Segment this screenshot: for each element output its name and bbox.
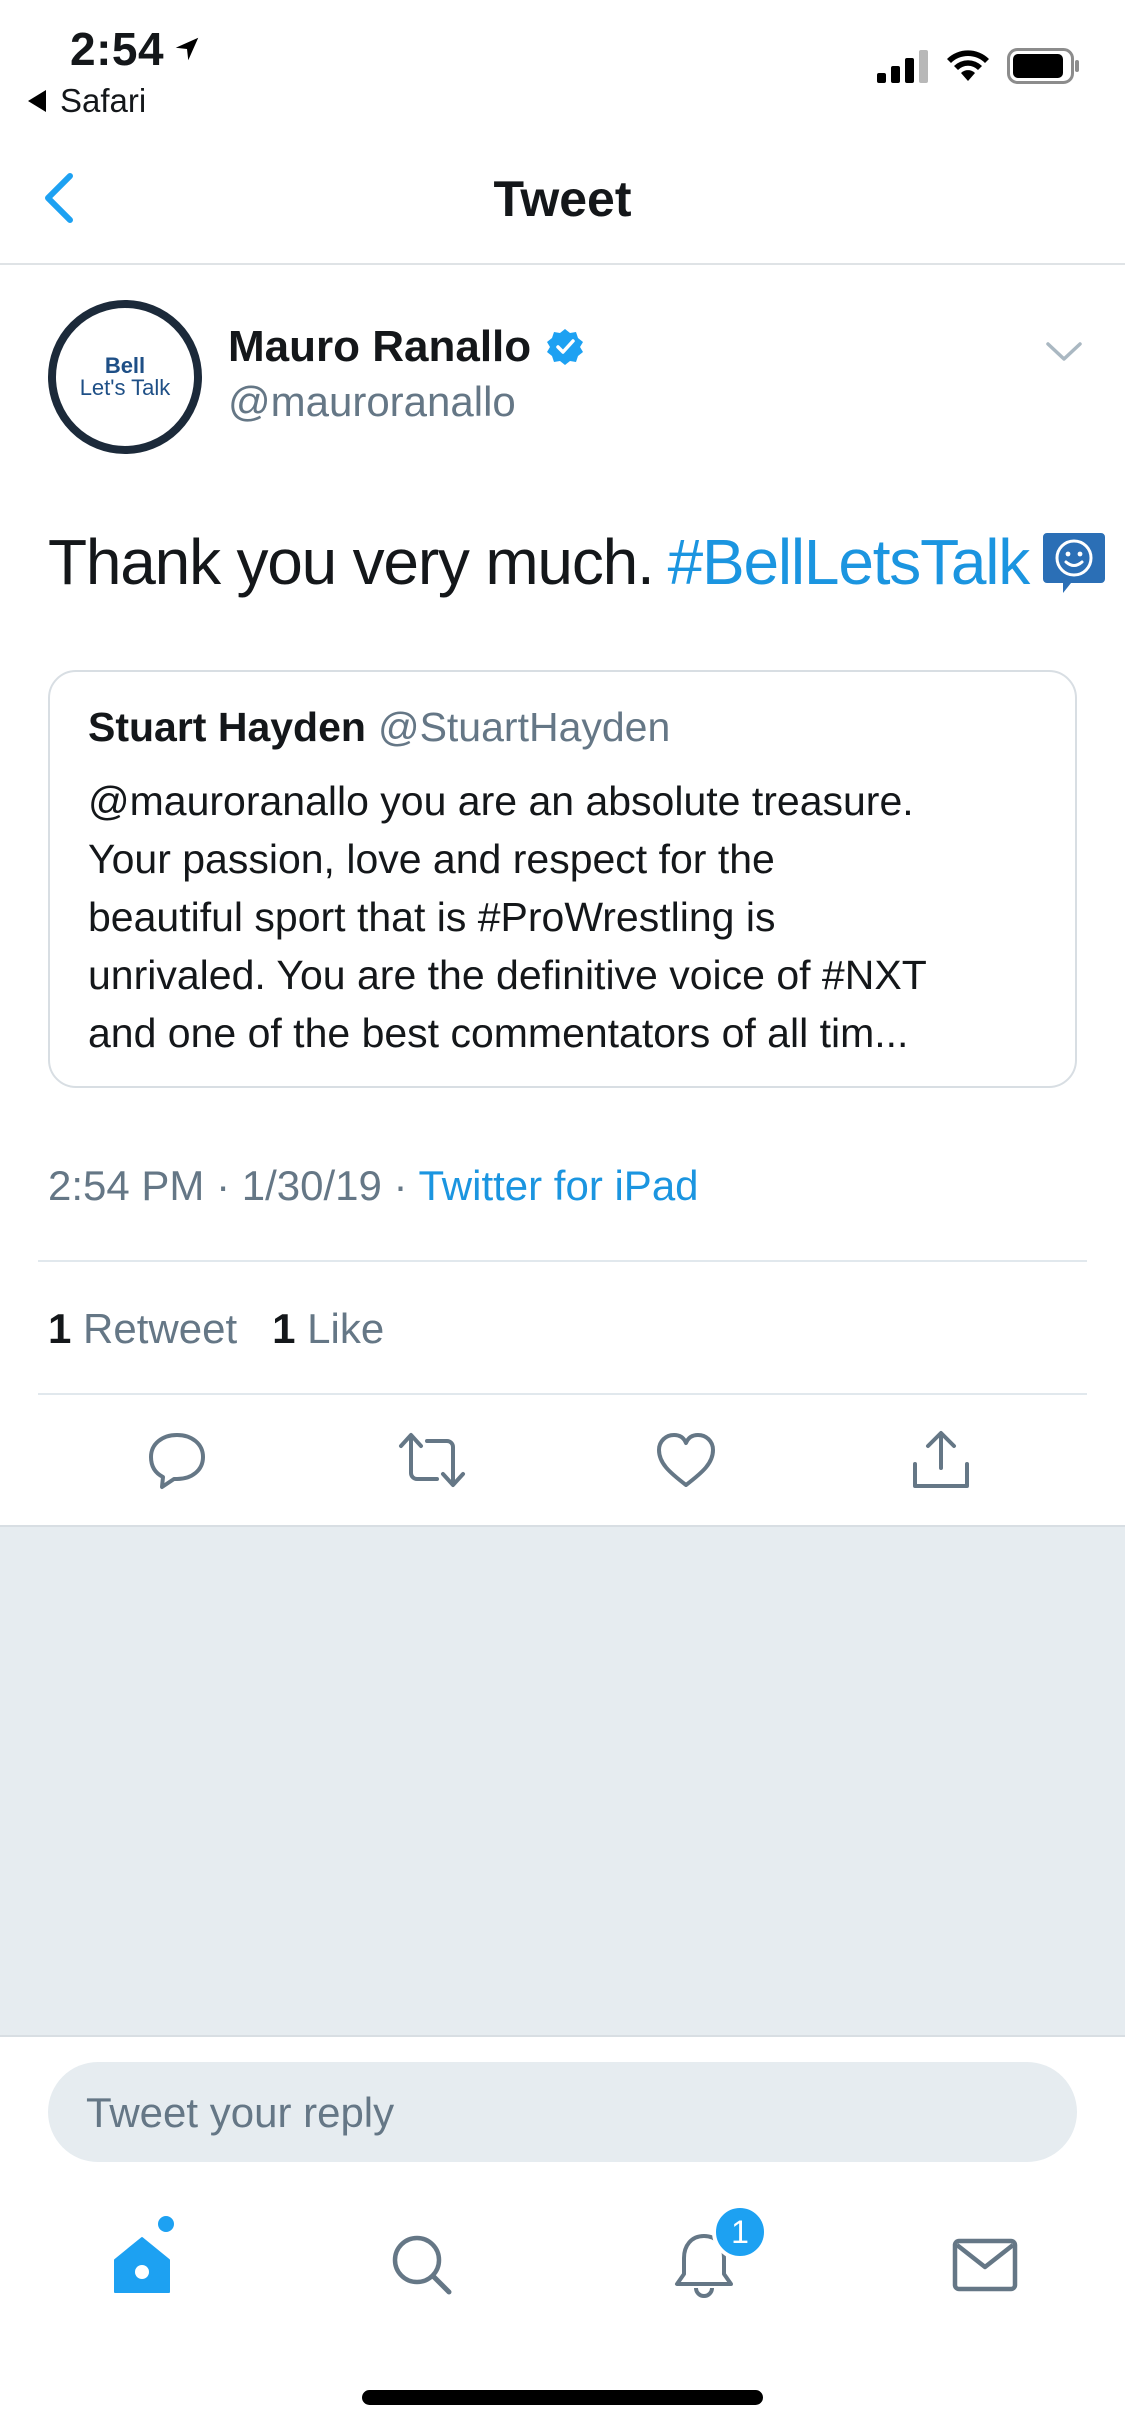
share-button[interactable] (906, 1425, 976, 1495)
verified-badge-icon (547, 329, 584, 365)
author-name-text: Mauro Ranallo (228, 322, 532, 371)
empty-replies-area (0, 1525, 1125, 2037)
quoted-author-handle: @StuartHayden (377, 704, 671, 750)
status-bar: 2:54 Safari (0, 0, 1125, 130)
status-time: 2:54 (70, 22, 202, 76)
quoted-author-name: Stuart Hayden (88, 704, 366, 750)
likes-stat[interactable]: 1 Like (272, 1305, 384, 1352)
tweet-text: Thank you very much. #BellLetsTalk (48, 525, 1107, 599)
tab-messages[interactable] (945, 2225, 1025, 2305)
chevron-down-icon[interactable] (1045, 340, 1083, 364)
navigation-bar: Tweet (0, 130, 1125, 265)
retweets-stat[interactable]: 1 Retweet (48, 1305, 237, 1352)
author-name[interactable]: Mauro Ranallo (228, 322, 585, 372)
cellular-signal-icon (877, 50, 928, 83)
quoted-tweet-card[interactable]: Stuart Hayden @StuartHayden @mauroranallo… (48, 670, 1077, 1088)
hashtag-link[interactable]: #BellLetsTalk (668, 525, 1031, 599)
reply-icon (149, 1433, 205, 1489)
quoted-tweet-text: @mauroranallo you are an absolute treasu… (88, 772, 1048, 1062)
status-icons (877, 48, 1081, 84)
author-handle[interactable]: @mauroranallo (228, 378, 516, 426)
share-icon (913, 1431, 969, 1488)
tweet-actions (0, 1395, 1125, 1525)
retweet-button[interactable] (397, 1425, 467, 1495)
back-to-safari-button[interactable]: Safari (28, 82, 146, 120)
tweet-meta: 2:54 PM · 1/30/19 · Twitter for iPad (48, 1162, 699, 1210)
quoted-tweet-line: @mauroranallo you are an absolute treasu… (88, 778, 914, 824)
status-time-text: 2:54 (70, 23, 165, 75)
bell-lets-talk-emoji-icon (1043, 533, 1106, 593)
back-triangle-icon (28, 90, 46, 112)
home-icon (114, 2237, 170, 2293)
quoted-tweet-header: Stuart Hayden @StuartHayden (88, 704, 670, 751)
avatar-logo: Bell Let's Talk (79, 353, 171, 400)
tweet-source-link[interactable]: Twitter for iPad (418, 1162, 698, 1209)
back-to-safari-label: Safari (60, 82, 147, 119)
avatar[interactable]: Bell Let's Talk (48, 300, 202, 454)
quoted-tweet-line: unrivaled. You are the definitive voice … (88, 952, 927, 998)
battery-icon (1007, 48, 1079, 84)
retweet-icon (399, 1433, 465, 1487)
page-title: Tweet (493, 171, 632, 227)
reply-placeholder: Tweet your reply (86, 2089, 395, 2136)
quoted-tweet-line: and one of the best commentators of all … (88, 1010, 909, 1056)
home-new-content-dot (158, 2216, 174, 2232)
heart-icon (657, 1433, 715, 1487)
location-arrow-icon (175, 37, 199, 61)
home-indicator[interactable] (362, 2390, 763, 2405)
reply-button[interactable] (142, 1425, 212, 1495)
tweet-timestamp: 2:54 PM · 1/30/19 · (48, 1162, 419, 1209)
notification-badge: 1 (712, 2204, 768, 2260)
like-button[interactable] (651, 1425, 721, 1495)
quoted-tweet-line: beautiful sport that is #ProWrestling is (88, 894, 776, 940)
tab-home[interactable] (102, 2225, 182, 2305)
quoted-tweet-line: Your passion, love and respect for the (88, 836, 775, 882)
divider (38, 1260, 1087, 1262)
mail-icon (952, 2238, 1018, 2292)
wifi-icon (947, 50, 989, 81)
tweet-body: Thank you very much. (48, 526, 655, 598)
tab-search[interactable] (382, 2225, 462, 2305)
reply-input[interactable]: Tweet your reply (48, 2062, 1077, 2162)
tweet-stats: 1 Retweet 1 Like (48, 1305, 384, 1353)
search-icon (392, 2235, 452, 2295)
